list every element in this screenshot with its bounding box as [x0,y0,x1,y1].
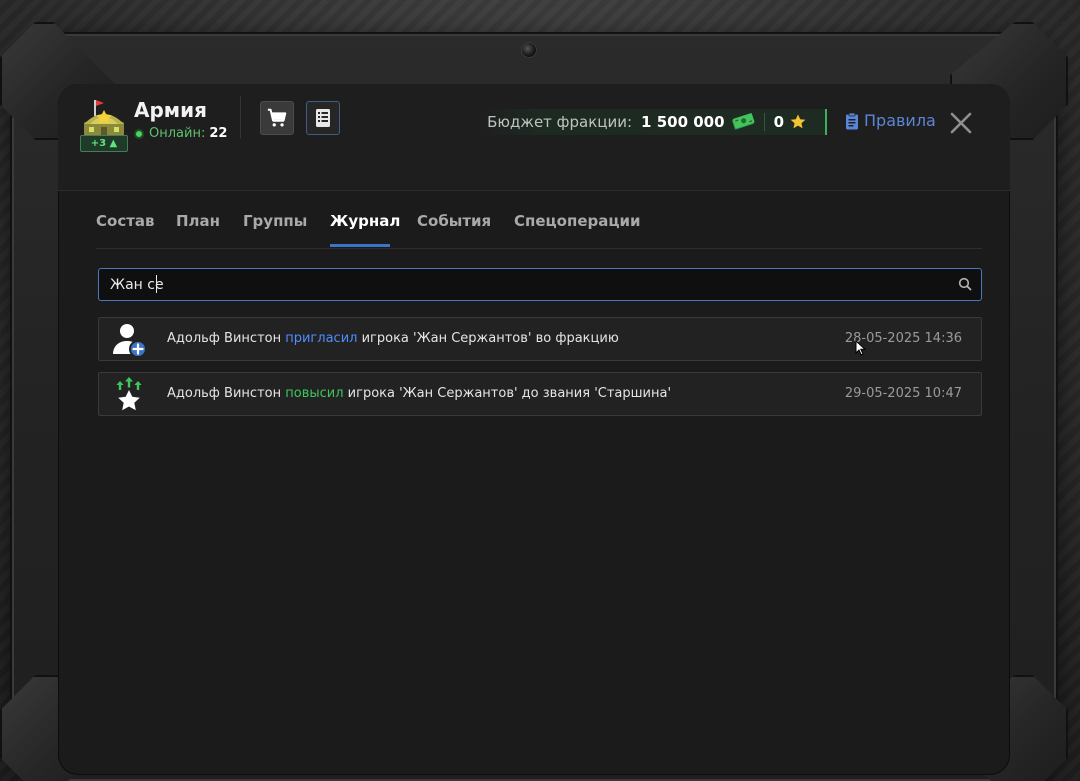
search-box[interactable] [98,268,982,301]
search-input[interactable] [110,269,940,300]
log-actor: Адольф Винстон [167,386,282,401]
header-divider [240,96,241,138]
documents-button[interactable] [306,101,340,135]
tab-groups[interactable]: Группы [243,212,307,230]
online-label: Онлайн: [149,126,206,141]
tab-bar: Состав План Группы Журнал События Спецоп… [96,190,982,249]
rank-up-star-icon [116,377,142,411]
search-icon[interactable] [958,277,972,291]
clipboard-icon [846,112,858,129]
log-action: пригласил [285,331,358,346]
checklist-icon [316,109,330,127]
budget-separator [763,113,765,131]
faction-panel: +3 ▲ Армия Онлайн: 22 Бюджет фракции: 1 … [58,84,1010,775]
budget-stars-value: 0 [773,113,784,131]
rules-label: Правила [864,111,936,130]
mouse-cursor-icon [855,340,867,356]
online-count: 22 [209,126,228,141]
online-status: Онлайн: 22 [134,126,227,141]
budget-money-value: 1 500 000 [641,113,725,131]
star-icon [790,114,806,129]
faction-level-badge: +3 ▲ [80,135,128,152]
tab-special-operations[interactable]: Спецоперации [514,212,641,230]
money-icon [731,113,755,130]
arrow-up-icon: ▲ [106,138,118,149]
panel-header: +3 ▲ Армия Онлайн: 22 Бюджет фракции: 1 … [58,84,1010,191]
tab-staff[interactable]: Состав [96,212,155,230]
log-details: игрока 'Жан Сержантов' во фракцию [361,331,619,346]
camera-icon [521,42,537,58]
log-entry-text: Адольф Винстон повысил игрока 'Жан Сержа… [167,386,671,401]
log-details: игрока 'Жан Сержантов' до звания 'Старши… [347,386,672,401]
budget-label: Бюджет фракции: [487,113,633,131]
shop-button[interactable] [260,101,294,135]
log-action: повысил [285,386,344,401]
text-caret [156,275,157,293]
tab-plan[interactable]: План [176,212,220,230]
cart-icon [267,108,287,127]
rules-link[interactable]: Правила [845,111,936,130]
log-entry: Адольф Винстон повысил игрока 'Жан Сержа… [98,372,982,416]
log-actor: Адольф Винстон [167,331,282,346]
log-date: 29-05-2025 10:47 [844,386,962,401]
online-dot-icon [134,128,144,139]
faction-budget: Бюджет фракции: 1 500 000 0 [478,109,827,135]
close-button[interactable] [949,111,973,135]
active-tab-indicator [330,244,390,247]
log-entry: Адольф Винстон пригласил игрока 'Жан Сер… [98,317,982,361]
tab-journal[interactable]: Журнал [330,212,400,230]
user-add-icon [113,324,147,358]
log-entry-text: Адольф Винстон пригласил игрока 'Жан Сер… [167,331,619,346]
tab-events[interactable]: События [417,212,491,230]
close-icon [950,112,972,134]
faction-name: Армия [134,98,207,122]
tablet-frame: +3 ▲ Армия Онлайн: 22 Бюджет фракции: 1 … [0,22,1068,781]
